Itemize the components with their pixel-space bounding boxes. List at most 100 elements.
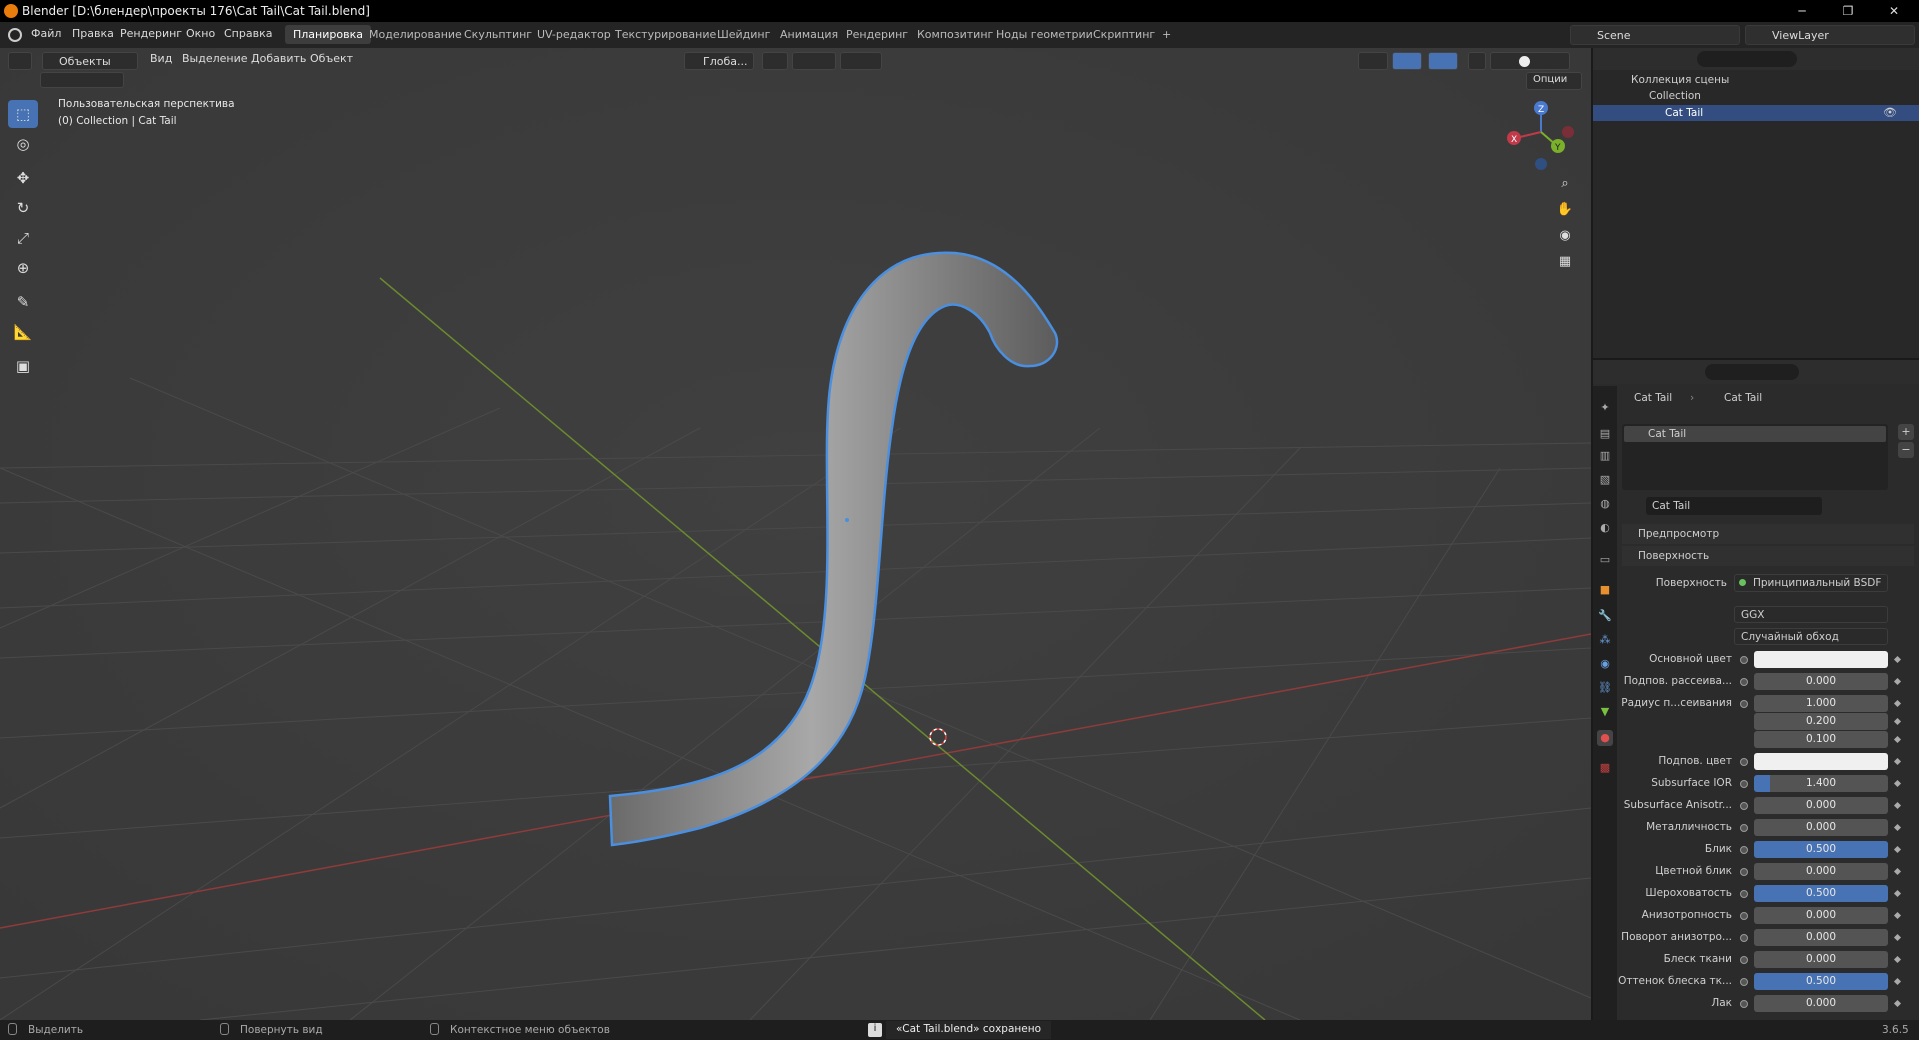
blender-menu-icon[interactable] [8, 28, 22, 42]
socket-dot-icon[interactable] [1740, 912, 1748, 920]
output-tab-icon[interactable]: ▥ [1597, 448, 1613, 464]
property-value-field[interactable]: 0.500 [1754, 973, 1888, 990]
solid-shading-icon[interactable] [1519, 56, 1530, 67]
add-cube-tool-icon[interactable]: ▣ [8, 352, 38, 380]
socket-dot-icon[interactable] [1740, 780, 1748, 788]
socket-dot-icon[interactable] [1740, 656, 1748, 664]
object-tab-icon[interactable]: ■ [1597, 582, 1613, 598]
socket-dot-icon[interactable] [1740, 934, 1748, 942]
material-name-field[interactable]: Cat Tail [1646, 497, 1822, 515]
surface-shader-field[interactable]: Принципиальный BSDF [1734, 574, 1888, 592]
socket-dot-icon[interactable] [1740, 890, 1748, 898]
vp-menu-add[interactable]: Добавить [251, 52, 306, 65]
socket-dot-icon[interactable] [1740, 678, 1748, 686]
property-value-field[interactable]: 1.400 [1754, 775, 1888, 792]
remove-slot-button[interactable]: − [1898, 442, 1914, 458]
tab-uv-editing[interactable]: UV-редактор [529, 25, 619, 44]
property-value-field[interactable]: 0.100 [1754, 731, 1888, 748]
rotate-tool-icon[interactable]: ↻ [8, 194, 38, 222]
zoom-icon[interactable]: ⌕ [1553, 172, 1577, 196]
mode-selector[interactable]: Объекты [42, 52, 138, 70]
vp-menu-object[interactable]: Объект [310, 52, 353, 65]
socket-dot-icon[interactable] [1740, 802, 1748, 810]
distribution-dropdown[interactable]: GGX [1734, 606, 1888, 623]
property-value-field[interactable]: 0.000 [1754, 951, 1888, 968]
tab-modeling[interactable]: Моделирование [361, 25, 470, 44]
texture-tab-icon[interactable]: ▩ [1597, 760, 1613, 776]
preview-section-header[interactable]: Предпросмотр [1622, 524, 1914, 544]
socket-dot-icon[interactable] [1740, 956, 1748, 964]
shading-modes[interactable] [1490, 52, 1570, 70]
scale-tool-icon[interactable]: ⤢ [8, 224, 38, 252]
add-slot-button[interactable]: + [1898, 424, 1914, 440]
visibility-button[interactable] [1358, 52, 1388, 70]
property-value-field[interactable]: 0.000 [1754, 819, 1888, 836]
socket-dot-icon[interactable] [1740, 846, 1748, 854]
select-mode-buttons[interactable] [40, 72, 124, 88]
options-button[interactable]: Опции [1526, 72, 1582, 90]
cat-tail-row[interactable]: Cat Tail 👁 [1593, 105, 1919, 121]
scene-collection-row[interactable]: Коллекция сцены [1613, 74, 1729, 86]
vp-menu-view[interactable]: Вид [150, 52, 172, 65]
socket-dot-icon[interactable] [1740, 868, 1748, 876]
tab-animation[interactable]: Анимация [772, 25, 846, 44]
proportional-edit-button[interactable] [840, 52, 882, 70]
pan-hand-icon[interactable]: ✋ [1553, 198, 1577, 222]
property-value-field[interactable]: 1.000 [1754, 695, 1888, 712]
tab-geometry-nodes[interactable]: Ноды геометрии [988, 25, 1101, 44]
property-value-field[interactable]: 0.000 [1754, 995, 1888, 1012]
tab-layout[interactable]: Планировка [285, 25, 371, 44]
properties-search-input[interactable] [1705, 364, 1799, 380]
property-value-field[interactable]: 0.500 [1754, 885, 1888, 902]
tab-scripting[interactable]: Скриптинг [1085, 25, 1163, 44]
transform-tool-icon[interactable]: ⊕ [8, 254, 38, 282]
property-value-field[interactable]: 0.000 [1754, 673, 1888, 690]
socket-dot-icon[interactable] [1740, 978, 1748, 986]
property-value-field[interactable]: 0.000 [1754, 929, 1888, 946]
minimize-button[interactable]: ─ [1779, 0, 1825, 22]
constraints-tab-icon[interactable]: ⛓ [1597, 680, 1613, 696]
scene-selector[interactable]: Scene [1570, 25, 1740, 45]
outliner-search-input[interactable] [1697, 51, 1797, 67]
particles-tab-icon[interactable]: ⁂ [1597, 632, 1613, 648]
material-slot-row[interactable]: Cat Tail [1624, 426, 1886, 442]
socket-dot-icon[interactable] [1740, 1000, 1748, 1008]
property-value-field[interactable]: 0.000 [1754, 863, 1888, 880]
physics-tab-icon[interactable]: ◉ [1597, 656, 1613, 672]
tab-rendering[interactable]: Рендеринг [838, 25, 916, 44]
modifiers-tab-icon[interactable]: 🔧 [1597, 608, 1613, 624]
property-value-field[interactable]: 0.500 [1754, 841, 1888, 858]
overlay-toggle[interactable] [1428, 52, 1458, 70]
property-value-field[interactable]: 0.200 [1754, 713, 1888, 730]
eye-icon[interactable]: 👁 [1883, 106, 1897, 119]
close-button[interactable]: ✕ [1871, 0, 1917, 22]
vp-menu-select[interactable]: Выделение [182, 52, 248, 65]
menu-help[interactable]: Справка [224, 27, 272, 40]
3d-viewport[interactable]: Z X Y Объекты Вид Выделение Добавить Объ… [0, 48, 1591, 1020]
surface-section-header[interactable]: Поверхность [1622, 546, 1914, 566]
annotate-tool-icon[interactable]: ✎ [8, 288, 38, 316]
property-value-field[interactable]: 0.000 [1754, 797, 1888, 814]
cursor-tool-icon[interactable]: ◎ [8, 130, 38, 158]
property-value-field[interactable] [1754, 651, 1888, 668]
measure-tool-icon[interactable]: 📐 [8, 318, 38, 346]
collection-tab-icon[interactable]: ▭ [1597, 552, 1613, 568]
gizmo-toggle[interactable] [1392, 52, 1422, 70]
view-layer-tab-icon[interactable]: ▧ [1597, 472, 1613, 488]
menu-edit[interactable]: Правка [72, 27, 114, 40]
property-value-field[interactable]: 0.000 [1754, 907, 1888, 924]
property-value-field[interactable] [1754, 753, 1888, 770]
view-layer-selector[interactable]: ViewLayer [1745, 25, 1915, 45]
add-workspace-button[interactable]: + [1154, 25, 1179, 44]
camera-view-icon[interactable]: ◉ [1553, 224, 1577, 248]
editor-type-button[interactable] [8, 52, 32, 70]
maximize-button[interactable]: ❐ [1825, 0, 1871, 22]
select-box-tool-icon[interactable]: ⬚ [8, 100, 38, 128]
orthographic-grid-icon[interactable]: ▦ [1553, 250, 1577, 274]
tool-tab-icon[interactable]: ✦ [1597, 400, 1613, 416]
socket-dot-icon[interactable] [1740, 758, 1748, 766]
scene-tab-icon[interactable]: ◍ [1597, 496, 1613, 512]
menu-file[interactable]: Файл [31, 27, 61, 40]
socket-dot-icon[interactable] [1740, 700, 1748, 708]
tab-sculpting[interactable]: Скульптинг [456, 25, 540, 44]
